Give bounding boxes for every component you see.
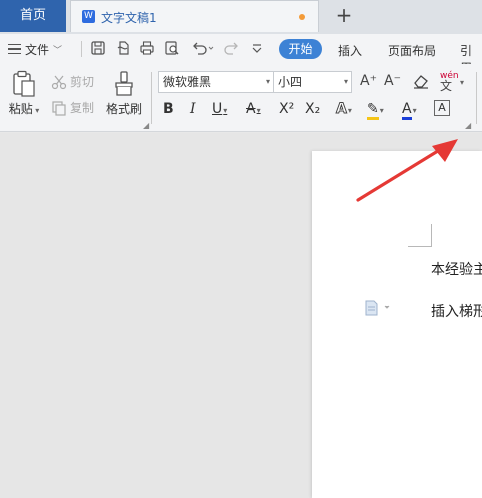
new-tab-button[interactable]: +	[334, 3, 354, 27]
scissors-icon	[51, 75, 67, 89]
character-border-icon: A	[438, 101, 446, 114]
font-family-select[interactable]: 微软雅黑 ▾	[158, 71, 274, 93]
font-color-button[interactable]: A▾	[402, 99, 417, 120]
document-text-line[interactable]: 插入梯形	[431, 301, 482, 321]
subscript-button[interactable]: X₂	[305, 99, 320, 119]
cut-label: 剪切	[70, 75, 95, 89]
phonetic-char: 文	[440, 79, 453, 93]
divider	[151, 72, 152, 124]
bold-icon: B	[163, 101, 174, 117]
clear-format-button[interactable]	[412, 72, 430, 92]
document-tab[interactable]: W 文字文稿1	[70, 0, 319, 32]
format-painter-label: 格式刷	[105, 102, 142, 116]
file-menu-label: 文件	[25, 42, 50, 57]
writer-doc-icon: W	[82, 10, 95, 23]
superscript-button[interactable]: X²	[279, 99, 294, 119]
home-tab[interactable]: 首页	[0, 0, 66, 32]
font-size-select[interactable]: 小四 ▾	[273, 71, 352, 93]
tab-insert[interactable]: 插入	[338, 42, 362, 59]
italic-button[interactable]: I	[190, 99, 196, 119]
underline-icon: U	[212, 101, 223, 117]
paste-label: 粘贴	[8, 102, 33, 116]
font-group-expand-icon[interactable]: ◢	[465, 121, 471, 130]
strikethrough-icon: A	[246, 101, 256, 117]
copy-button[interactable]: 复制	[51, 99, 94, 116]
paste-button[interactable]: 粘贴 ▾	[6, 70, 42, 120]
highlighter-icon: ✎	[367, 101, 379, 120]
export-pdf-icon[interactable]	[115, 40, 133, 58]
divider	[81, 41, 82, 57]
chevron-down-icon: ▾	[265, 77, 270, 86]
save-icon[interactable]	[90, 40, 108, 58]
cut-button[interactable]: 剪切	[51, 73, 94, 90]
phonetic-guide-button[interactable]: wén 文	[440, 71, 459, 93]
underline-button[interactable]: U▾	[212, 99, 227, 119]
tab-page-layout[interactable]: 页面布局	[388, 42, 436, 59]
page-margin-marker	[408, 224, 432, 247]
file-menu-button[interactable]: 文件 ﹀	[8, 41, 62, 57]
bold-button[interactable]: B	[163, 99, 174, 119]
copy-label: 复制	[70, 101, 95, 115]
subscript-icon: X₂	[305, 101, 321, 117]
character-border-button[interactable]: A	[434, 100, 450, 116]
shrink-font-button[interactable]: A⁻	[384, 71, 401, 91]
unsaved-dot-icon	[299, 14, 305, 20]
chevron-down-icon[interactable]: ▾	[460, 78, 464, 87]
highlight-button[interactable]: ✎▾	[367, 99, 384, 120]
brush-icon	[115, 71, 133, 96]
print-preview-icon[interactable]	[164, 40, 182, 58]
document-text-line[interactable]: 本经验主	[431, 259, 482, 279]
grow-font-button[interactable]: A⁺	[360, 71, 377, 91]
text-effect-icon: A	[336, 101, 348, 118]
superscript-icon: X²	[279, 101, 295, 117]
grow-font-icon: A⁺	[360, 73, 377, 89]
print-icon[interactable]	[139, 40, 157, 58]
shrink-font-icon: A⁻	[384, 73, 401, 89]
clipboard-icon	[13, 70, 35, 97]
clipboard-group-expand-icon[interactable]: ◢	[143, 121, 149, 130]
tab-bar: 首页 W 文字文稿1 +	[0, 0, 482, 34]
undo-button[interactable]	[191, 40, 215, 58]
format-painter-button[interactable]: 格式刷	[104, 70, 144, 120]
chevron-down-icon: ﹀	[53, 45, 63, 56]
chevron-down-icon: ▾	[343, 77, 348, 86]
divider	[476, 72, 477, 124]
quick-access-more-icon[interactable]	[250, 40, 266, 58]
font-family-value: 微软雅黑	[163, 75, 212, 89]
tab-start[interactable]: 开始	[279, 39, 322, 59]
eraser-icon	[414, 75, 428, 89]
redo-button[interactable]	[224, 40, 242, 58]
copy-icon	[52, 100, 66, 116]
text-effect-button[interactable]: A▾	[336, 99, 352, 119]
menu-row: 文件 ﹀ 开始 插入 页面布局 引用	[0, 34, 482, 75]
paragraph-handle-icon[interactable]	[364, 300, 394, 316]
strikethrough-button[interactable]: A▾	[246, 99, 261, 119]
font-color-icon: A	[402, 101, 412, 120]
document-tab-title: 文字文稿1	[101, 11, 157, 25]
font-size-value: 小四	[278, 75, 303, 89]
annotation-arrow-icon	[356, 139, 458, 202]
hamburger-icon	[8, 44, 21, 54]
italic-icon: I	[190, 101, 196, 117]
